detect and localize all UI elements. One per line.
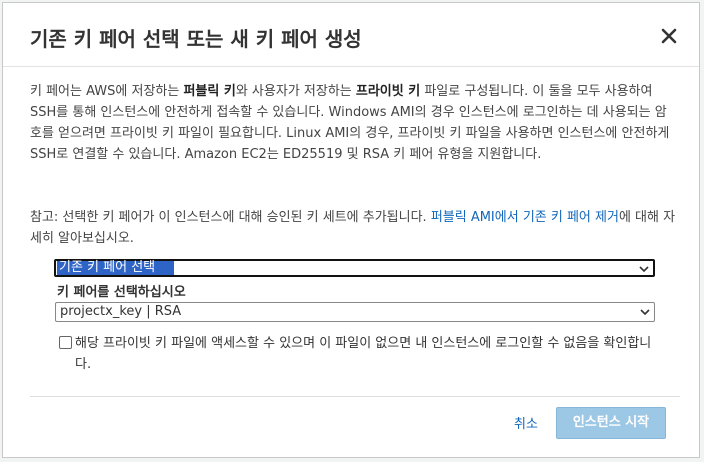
description-text: 키 페어는 AWS에 저장하는 [30,84,184,99]
key-pair-select-label: 키 페어를 선택하십시오 [57,285,186,300]
acknowledge-text: 해당 프라이빗 키 파일에 액세스할 수 있으며 이 파일이 없으면 내 인스턴… [75,336,652,372]
key-pair-value: projectx_key | RSA [60,304,182,319]
key-pair-select[interactable]: projectx_key | RSA [55,302,655,322]
dialog-header: 기존 키 페어 선택 또는 새 키 페어 생성 [3,3,699,67]
note: 참고: 선택한 키 페어가 이 인스턴스에 대해 승인된 키 세트에 추가됩니다… [30,207,678,249]
chevron-down-icon [639,306,651,318]
key-pair-description: 키 페어는 AWS에 저장하는 퍼블릭 키와 사용자가 저장하는 프라이빗 키 … [30,81,678,165]
note-text: 참고: 선택한 키 페어가 이 인스턴스에 대해 승인된 키 세트에 추가됩니다… [30,210,431,225]
remove-key-pair-link[interactable]: 퍼블릭 AMI에서 기존 키 페어 제거 [431,210,619,225]
description-text: 와 사용자가 저장하는 [235,84,356,99]
key-pair-dialog: 기존 키 페어 선택 또는 새 키 페어 생성 키 페어는 AWS에 저장하는 … [2,2,700,458]
footer-divider [30,396,680,397]
acknowledge-row: 해당 프라이빗 키 파일에 액세스할 수 있으며 이 파일이 없으면 내 인스턴… [59,333,659,375]
acknowledge-checkbox[interactable] [59,336,72,349]
key-pair-mode-value: 기존 키 페어 선택 [59,260,156,275]
cancel-button[interactable]: 취소 [514,413,538,432]
public-key-term: 퍼블릭 키 [183,84,236,99]
launch-instances-button[interactable]: 인스턴스 시작 [556,407,666,439]
chevron-down-icon [638,263,650,275]
dialog-title: 기존 키 페어 선택 또는 새 키 페어 생성 [30,27,362,51]
private-key-term: 프라이빗 키 [355,84,421,99]
key-pair-mode-select[interactable]: 기존 키 페어 선택 [54,259,655,277]
close-icon[interactable] [658,25,680,47]
